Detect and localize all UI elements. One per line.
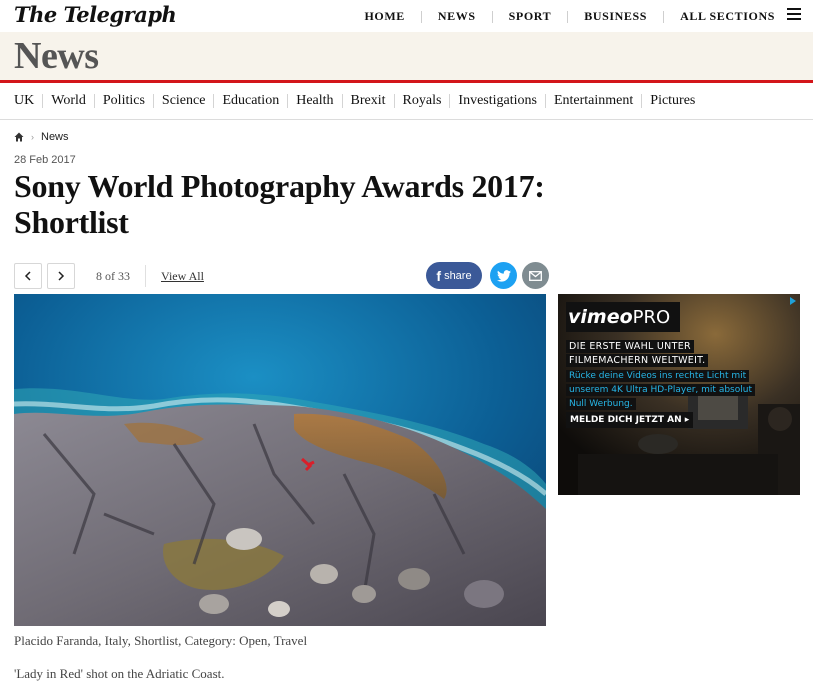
ad-body-2: unserem 4K Ultra HD-Player, mit absolut [566,384,755,396]
section-title[interactable]: News [14,34,99,78]
share-label: share [444,269,472,282]
subnav-divider [341,94,343,108]
subnav-divider [544,94,546,108]
page-title: Sony World Photography Awards 2017: Shor… [14,168,634,240]
nav-business[interactable]: BUSINESS [568,9,663,24]
subnav-divider [213,94,215,108]
site-logo[interactable]: The Telegraph [14,2,177,27]
home-icon[interactable] [14,132,24,142]
twitter-icon [496,269,511,282]
subnav-divider [152,94,154,108]
twitter-share-button[interactable] [490,262,517,289]
breadcrumb: › News [14,131,69,143]
subnav-health[interactable]: Health [296,93,333,109]
top-bar: The Telegraph HOME NEWS SPORT BUSINESS A… [0,0,817,32]
subnav-pictures[interactable]: Pictures [650,93,695,109]
menu-icon[interactable] [787,8,801,20]
article-date: 28 Feb 2017 [14,154,76,166]
chevron-right-icon [58,271,65,281]
vimeo-pro-ad[interactable]: vimeoPRO DIE ERSTE WAHL UNTER FILMEMACHE… [558,294,800,495]
subnav-divider [42,94,44,108]
subnav-brexit[interactable]: Brexit [351,93,386,109]
gallery-photo[interactable] [14,294,546,626]
subnav-divider [287,94,289,108]
facebook-share-button[interactable]: f share [426,262,482,289]
subnav-divider [93,94,95,108]
coastline-photo [14,294,546,626]
sub-nav: UK World Politics Science Education Heal… [0,83,813,120]
chevron-left-icon [24,271,31,281]
section-header: News [0,32,813,80]
photo-caption: Placido Faranda, Italy, Shortlist, Categ… [14,633,308,648]
mail-icon [529,270,542,281]
breadcrumb-separator: › [31,132,34,142]
email-share-button[interactable] [522,262,549,289]
facebook-icon: f [436,267,442,284]
subnav-science[interactable]: Science [162,93,206,109]
ad-body-1: Rücke deine Videos ins rechte Licht mit [566,370,750,382]
subnav-world[interactable]: World [51,93,86,109]
adchoices-icon[interactable] [788,296,798,306]
subnav-royals[interactable]: Royals [403,93,442,109]
previous-button[interactable] [14,263,42,289]
nav-all-sections[interactable]: ALL SECTIONS [664,9,775,24]
subnav-investigations[interactable]: Investigations [458,93,537,109]
top-nav: HOME NEWS SPORT BUSINESS ALL SECTIONS [349,9,776,24]
ad-headline-2: FILMEMACHERN WELTWEIT. [566,354,709,367]
subnav-divider [449,94,451,108]
share-buttons: f share [426,262,549,289]
ad-headline-1: DIE ERSTE WAHL UNTER [566,340,694,353]
subnav-politics[interactable]: Politics [103,93,145,109]
subnav-uk[interactable]: UK [14,93,34,109]
play-icon: ▸ [684,415,690,425]
gallery-counter: 8 of 33 [96,268,130,283]
vimeo-logo: vimeoPRO [566,302,680,332]
photo-description: 'Lady in Red' shot on the Adriatic Coast… [14,666,225,681]
subnav-education[interactable]: Education [222,93,279,109]
ad-cta-label: MELDE DICH JETZT AN [570,415,682,425]
nav-home[interactable]: HOME [349,9,421,24]
nav-sport[interactable]: SPORT [493,9,568,24]
subnav-entertainment[interactable]: Entertainment [554,93,633,109]
controls-divider [145,265,146,287]
ad-brand-suffix: PRO [632,307,671,328]
breadcrumb-news[interactable]: News [41,131,69,143]
nav-news[interactable]: NEWS [422,9,492,24]
ad-brand: vimeo [568,306,633,328]
headline-line-1: Sony World Photography Awards 2017: [14,168,545,204]
headline-line-2: Shortlist [14,204,129,240]
gallery-controls: 8 of 33 View All [14,262,204,290]
next-button[interactable] [47,263,75,289]
ad-cta-button[interactable]: MELDE DICH JETZT AN ▸ [566,412,694,428]
subnav-divider [393,94,395,108]
ad-body-3: Null Werbung. [566,398,636,410]
view-all-link[interactable]: View All [161,269,204,284]
subnav-divider [641,94,643,108]
